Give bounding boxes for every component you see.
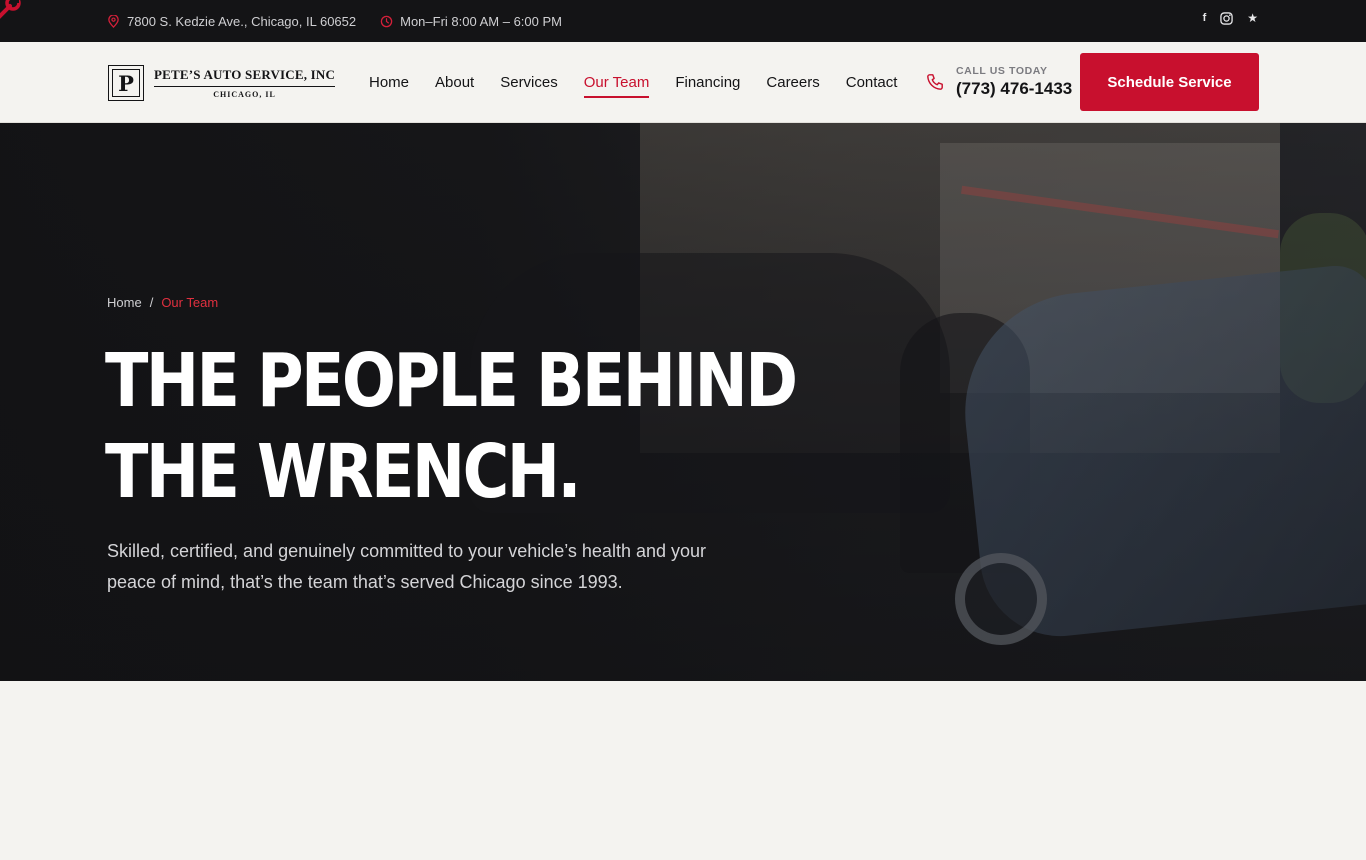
- address-text: 7800 S. Kedzie Ave., Chicago, IL 60652: [127, 13, 357, 29]
- hours-info: Mon–Fri 8:00 AM – 6:00 PM: [380, 14, 562, 29]
- call-us[interactable]: CALL US TODAY (773) 476-1433: [926, 65, 1072, 99]
- nav-item-careers[interactable]: Careers: [766, 74, 819, 91]
- main-nav: Home About Services Our Team Financing C…: [369, 42, 897, 123]
- site-header: P PETE’S AUTO SERVICE, INC CHICAGO, IL H…: [0, 42, 1366, 123]
- phone-icon: [927, 74, 943, 90]
- breadcrumb-separator: /: [149, 295, 154, 310]
- nav-item-about[interactable]: About: [435, 74, 474, 91]
- instagram-icon[interactable]: [1220, 11, 1233, 25]
- address-info: 7800 S. Kedzie Ave., Chicago, IL 60652: [107, 14, 356, 29]
- facebook-icon[interactable]: f: [1203, 12, 1207, 24]
- page-title-line-2: THE WRENCH.: [105, 429, 582, 515]
- content-area: [0, 681, 1366, 860]
- hero-photo-wheel: [955, 553, 1047, 645]
- hero-banner: Home / Our Team THE PEOPLE BEHIND THE WR…: [0, 123, 1366, 681]
- hero-subtitle: Skilled, certified, and genuinely commit…: [107, 541, 707, 592]
- social-links: f ★: [1203, 0, 1258, 36]
- site-logo[interactable]: P PETE’S AUTO SERVICE, INC CHICAGO, IL: [108, 65, 336, 101]
- breadcrumb-home[interactable]: Home: [107, 295, 142, 310]
- nav-item-our-team[interactable]: Our Team: [583, 74, 649, 98]
- logo-letter: P: [118, 70, 134, 96]
- call-label: CALL US TODAY: [956, 65, 1048, 77]
- breadcrumb: Home / Our Team: [107, 295, 218, 310]
- phone-number[interactable]: (773) 476-1433: [956, 79, 1072, 99]
- nav-item-contact[interactable]: Contact: [846, 74, 898, 91]
- nav-item-home[interactable]: Home: [369, 74, 409, 91]
- top-bar: 7800 S. Kedzie Ave., Chicago, IL 60652 M…: [0, 0, 1366, 42]
- schedule-service-button[interactable]: Schedule Service: [1080, 53, 1259, 111]
- clock-icon: [380, 15, 393, 27]
- logo-wordmark: PETE’S AUTO SERVICE, INC CHICAGO, IL: [154, 67, 336, 99]
- logo-mark: P: [108, 65, 144, 101]
- logo-name: PETE’S AUTO SERVICE, INC: [154, 67, 336, 87]
- hours-text: Mon–Fri 8:00 AM – 6:00 PM: [400, 13, 562, 29]
- star-icon[interactable]: ★: [1247, 12, 1258, 24]
- wrench-icon: [0, 0, 21, 19]
- breadcrumb-current: Our Team: [161, 295, 219, 310]
- nav-item-services[interactable]: Services: [500, 74, 558, 91]
- page-title: THE PEOPLE BEHIND THE WRENCH.: [105, 336, 798, 518]
- page-title-line-1: THE PEOPLE BEHIND: [105, 338, 798, 424]
- map-pin-icon: [108, 14, 119, 28]
- logo-city: CHICAGO, IL: [213, 90, 276, 99]
- nav-item-financing[interactable]: Financing: [675, 74, 740, 91]
- instagram-glyph: [1220, 11, 1233, 25]
